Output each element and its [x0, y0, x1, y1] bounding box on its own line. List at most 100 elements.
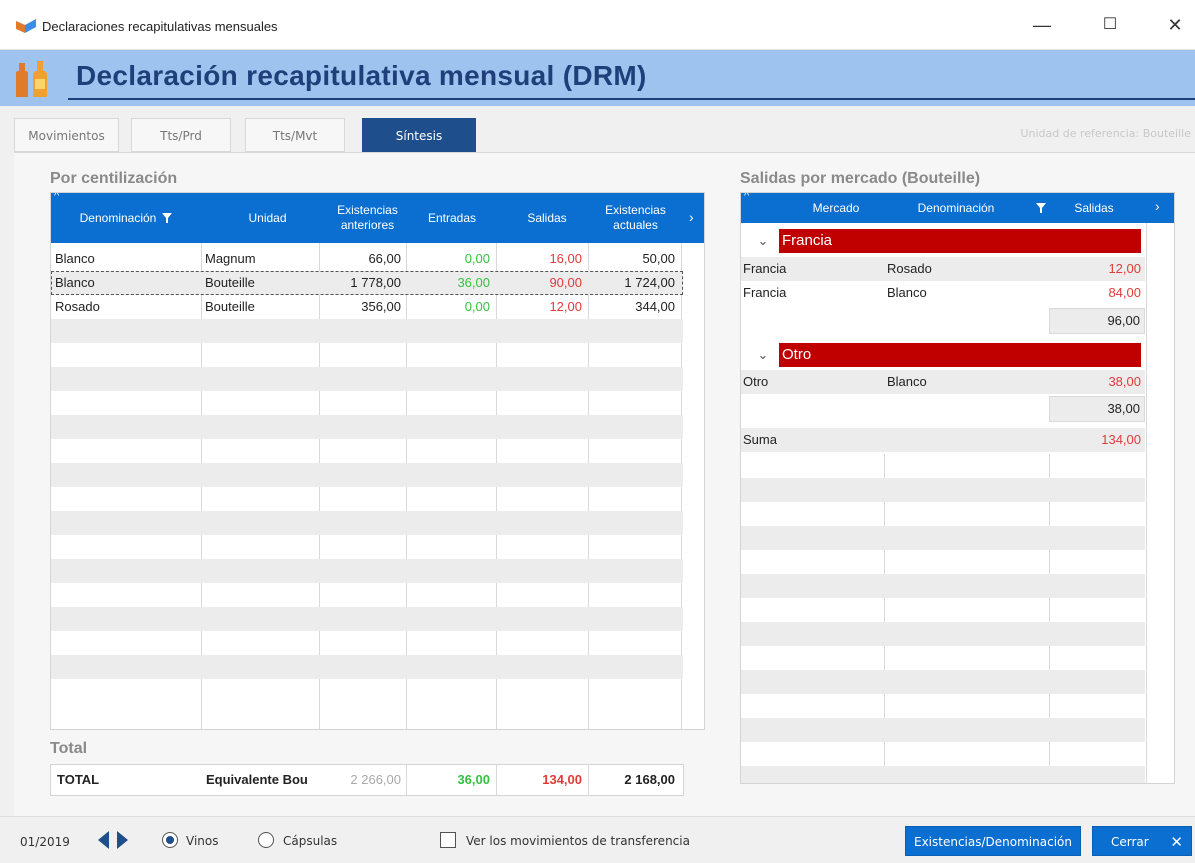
- collapse-group-otro-icon[interactable]: ⌄: [751, 343, 775, 367]
- empty-row: [741, 742, 1145, 766]
- scroll-right-icon[interactable]: ›: [689, 209, 694, 225]
- cell-entradas: 36,00: [457, 275, 490, 290]
- empty-row: [741, 694, 1145, 718]
- cell-denominacion: Blanco: [887, 374, 927, 389]
- cell-denominacion: Rosado: [55, 299, 100, 314]
- empty-row: [51, 367, 683, 391]
- empty-row: [51, 607, 683, 631]
- cerrar-button-label: Cerrar: [1111, 835, 1149, 849]
- centilizacion-grid[interactable]: ^ Denominación Unidad Existencias anteri…: [50, 192, 705, 730]
- col-header-unidad-label: Unidad: [248, 210, 287, 225]
- maximize-button[interactable]: ☐: [1095, 12, 1125, 38]
- footer-bar: 01/2019 Vinos Cápsulas Ver los movimient…: [0, 816, 1195, 863]
- scroll-right-icon[interactable]: ›: [1155, 198, 1160, 214]
- table-row[interactable]: Blanco Magnum 66,00 0,00 16,00 50,00: [51, 247, 683, 271]
- empty-row: [51, 463, 683, 487]
- col-header-exist-act[interactable]: Existencias actuales: [588, 193, 683, 243]
- page-header: Declaración recapitulativa mensual (DRM): [0, 50, 1195, 106]
- total-exist-ant-cell: 2 266,00: [350, 772, 401, 787]
- group-header-otro[interactable]: Otro: [779, 343, 1141, 367]
- cerrar-button[interactable]: Cerrar ✕: [1092, 826, 1192, 856]
- empty-row: [741, 766, 1145, 783]
- col-header-mercado[interactable]: Mercado: [781, 193, 891, 223]
- transfer-movements-checkbox[interactable]: [440, 832, 456, 848]
- cell-denominacion: Rosado: [887, 261, 932, 276]
- cell-unidad: Bouteille: [205, 275, 255, 290]
- col-header-salidas[interactable]: Salidas: [501, 193, 593, 243]
- collapse-caret-icon[interactable]: ^: [744, 193, 749, 202]
- unit-reference-label: Unidad de referencia: Bouteille: [1020, 127, 1191, 140]
- col-header-exist-act-line1: Existencias: [605, 203, 666, 217]
- next-period-icon[interactable]: [116, 830, 130, 850]
- col-header-denominacion[interactable]: Denominación: [901, 193, 1011, 223]
- total-unidad-cell: Equivalente Bou: [206, 772, 308, 787]
- period-label: 01/2019: [20, 835, 70, 849]
- total-exist-act-cell: 2 168,00: [624, 772, 675, 787]
- cell-entradas: 0,00: [464, 251, 490, 266]
- empty-row: [741, 502, 1145, 526]
- col-header-denominacion[interactable]: Denominación: [51, 193, 201, 243]
- cell-mercado: Otro: [743, 374, 769, 389]
- tab-tts-prd[interactable]: Tts/Prd: [131, 118, 231, 152]
- tab-tts-mvt[interactable]: Tts/Mvt: [245, 118, 345, 152]
- col-header-entradas[interactable]: Entradas: [411, 193, 493, 243]
- empty-row: [51, 439, 683, 463]
- close-window-button[interactable]: ✕: [1160, 12, 1190, 38]
- collapse-group-francia-icon[interactable]: ⌄: [751, 229, 775, 253]
- bottles-icon: [16, 61, 47, 97]
- table-row[interactable]: Francia Blanco 84,00: [741, 281, 1145, 305]
- cell-exist-ant: 66,00: [368, 251, 401, 266]
- empty-row: [741, 646, 1145, 670]
- cell-exist-act: 344,00: [635, 299, 675, 314]
- page-title: Declaración recapitulativa mensual (DRM): [76, 60, 647, 91]
- cell-unidad: Bouteille: [205, 299, 255, 314]
- left-section-title: Por centilización: [50, 170, 178, 187]
- transfer-movements-label: Ver los movimientos de transferencia: [466, 834, 690, 848]
- sum-label: Suma: [743, 432, 777, 447]
- minimize-button[interactable]: —: [1027, 12, 1057, 38]
- tab-sintesis[interactable]: Síntesis: [362, 118, 476, 152]
- cell-mercado: Francia: [743, 285, 787, 300]
- previous-period-icon[interactable]: [96, 830, 110, 850]
- tab-movimientos[interactable]: Movimientos: [14, 118, 119, 152]
- total-section-title: Total: [50, 740, 88, 757]
- radio-vinos[interactable]: [162, 832, 178, 848]
- col-header-unidad[interactable]: Unidad: [201, 193, 334, 243]
- column-divider: [588, 765, 589, 795]
- total-salidas-cell: 134,00: [542, 772, 582, 787]
- cell-mercado: Francia: [743, 261, 787, 276]
- empty-row: [741, 478, 1145, 502]
- cell-entradas: 0,00: [464, 299, 490, 314]
- empty-row: [51, 583, 683, 607]
- cell-salidas: 84,00: [1108, 285, 1141, 300]
- filter-icon[interactable]: [162, 213, 173, 223]
- table-row[interactable]: Otro Blanco 38,00: [741, 370, 1145, 394]
- col-header-salidas[interactable]: Salidas: [1059, 193, 1129, 223]
- empty-row: [51, 343, 683, 367]
- table-row[interactable]: Francia Rosado 12,00: [741, 257, 1145, 281]
- salidas-mercado-grid[interactable]: ^ Mercado Denominación Salidas › ⌄ Franc…: [740, 192, 1175, 784]
- existencias-denominacion-button[interactable]: Existencias/Denominación: [905, 826, 1081, 856]
- col-header-denominacion-label: Denominación: [79, 210, 157, 225]
- col-header-exist-ant-line1: Existencias: [337, 203, 398, 217]
- column-divider: [496, 765, 497, 795]
- table-row[interactable]: Rosado Bouteille 356,00 0,00 12,00 344,0…: [51, 295, 683, 319]
- empty-row: [51, 655, 683, 679]
- close-x-icon: ✕: [1170, 833, 1183, 851]
- empty-row: [51, 487, 683, 511]
- empty-row: [741, 550, 1145, 574]
- empty-row: [51, 391, 683, 415]
- cell-denominacion: Blanco: [887, 285, 927, 300]
- empty-row: [741, 718, 1145, 742]
- cell-exist-act: 1 724,00: [624, 275, 675, 290]
- grid-header: ^ Denominación Unidad Existencias anteri…: [51, 193, 704, 243]
- empty-row: [51, 511, 683, 535]
- sum-value: 134,00: [1101, 432, 1141, 447]
- table-row-selected[interactable]: Blanco Bouteille 1 778,00 36,00 90,00 1 …: [51, 271, 683, 295]
- empty-row: [741, 598, 1145, 622]
- col-header-exist-ant[interactable]: Existencias anteriores: [319, 193, 416, 243]
- group-header-francia[interactable]: Francia: [779, 229, 1141, 253]
- empty-row: [741, 526, 1145, 550]
- radio-capsulas[interactable]: [258, 832, 274, 848]
- filter-icon[interactable]: [1036, 203, 1046, 213]
